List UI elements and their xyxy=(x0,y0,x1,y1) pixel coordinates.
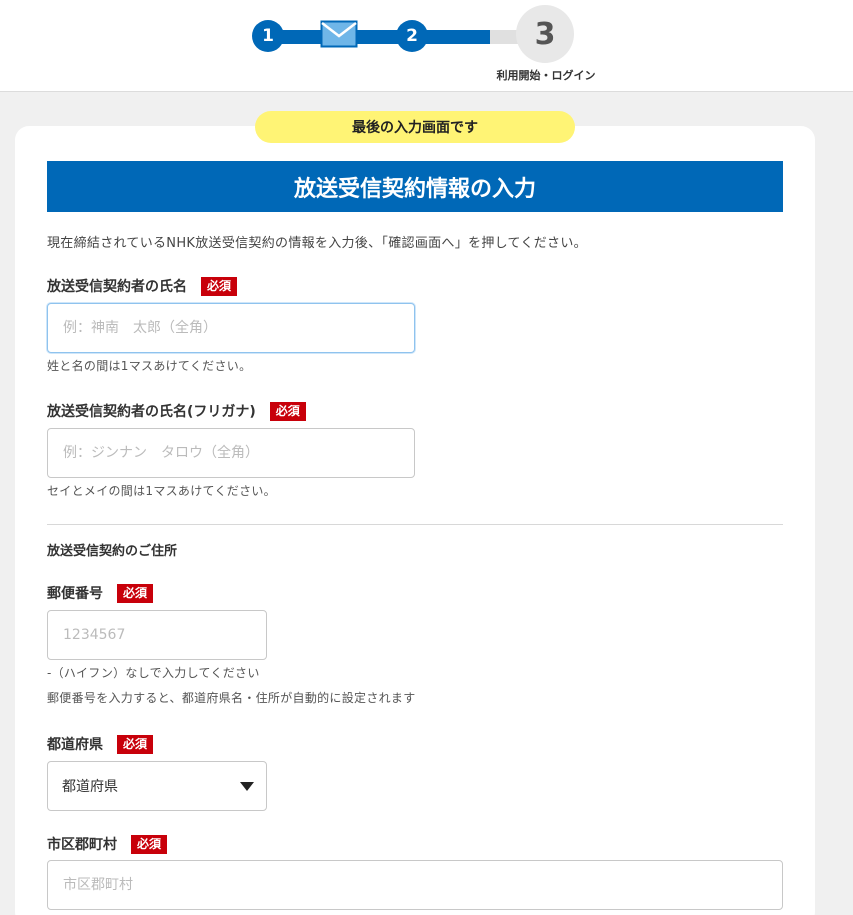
postal-label: 郵便番号 必須 xyxy=(47,583,154,603)
chevron-down-icon xyxy=(240,782,254,791)
city-label-text: 市区郡町村 xyxy=(47,837,117,853)
prefecture-label: 都道府県 必須 xyxy=(47,734,154,754)
final-screen-notice: 最後の入力画面です xyxy=(255,111,575,143)
city-label: 市区郡町村 必須 xyxy=(47,834,168,854)
step-3-label: 利用開始・ログイン xyxy=(496,69,596,82)
step-2-circle: 2 xyxy=(396,20,428,52)
intro-text: 現在締結されているNHK放送受信契約の情報を入力後、「確認画面へ」を押してくださ… xyxy=(47,236,587,251)
prefecture-select[interactable]: 都道府県 xyxy=(47,761,267,811)
name-hint: 姓と名の間は1マスあけてください。 xyxy=(47,359,252,373)
postal-hint-1: -（ハイフン）なしで入力してください xyxy=(47,666,260,680)
name-label: 放送受信契約者の氏名 必須 xyxy=(47,276,238,296)
kana-label: 放送受信契約者の氏名(フリガナ) 必須 xyxy=(47,401,306,421)
required-badge: 必須 xyxy=(131,834,168,854)
kana-hint: セイとメイの間は1マスあけてください。 xyxy=(47,484,276,498)
prefecture-label-text: 都道府県 xyxy=(47,737,103,753)
step-3-circle: 3 xyxy=(516,5,574,63)
progress-stepper: 1 2 3 利用開始・ログイン xyxy=(0,0,853,92)
city-input[interactable] xyxy=(47,860,783,910)
postal-hint-2: 郵便番号を入力すると、都道府県名・住所が自動的に設定されます xyxy=(47,691,416,705)
address-section-heading: 放送受信契約のご住所 xyxy=(47,544,178,559)
kana-label-text: 放送受信契約者の氏名(フリガナ) xyxy=(47,404,256,420)
postal-code-input[interactable] xyxy=(47,610,267,660)
prefecture-selected-value: 都道府県 xyxy=(62,779,118,795)
contract-name-input[interactable] xyxy=(47,303,415,353)
contract-kana-input[interactable] xyxy=(47,428,415,478)
postal-label-text: 郵便番号 xyxy=(47,586,103,602)
required-badge: 必須 xyxy=(201,276,238,296)
required-badge: 必須 xyxy=(269,401,306,421)
divider xyxy=(47,524,783,525)
required-badge: 必須 xyxy=(117,734,154,754)
step-1-circle: 1 xyxy=(252,20,284,52)
mail-icon xyxy=(320,20,358,48)
section-title: 放送受信契約情報の入力 xyxy=(47,161,783,212)
name-label-text: 放送受信契約者の氏名 xyxy=(47,279,187,295)
required-badge: 必須 xyxy=(117,583,154,603)
